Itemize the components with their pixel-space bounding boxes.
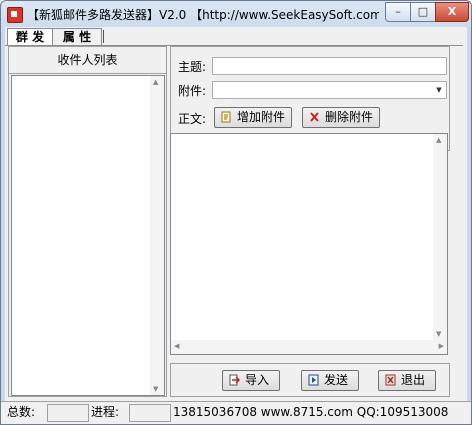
body-vertical-scrollbar[interactable]: ▲ ▼ (433, 134, 447, 340)
send-icon (308, 374, 319, 386)
window-title: 【新狐邮件多路发送器】V2.0 【http://www.SeekEasySoft… (27, 8, 379, 22)
subject-input[interactable] (212, 57, 447, 75)
recipient-list[interactable]: ▲ ▼ (11, 75, 165, 396)
progress-label: 进程: (91, 405, 120, 419)
delete-attachment-button[interactable]: 删除附件 (302, 107, 380, 128)
send-label: 发送 (324, 373, 349, 387)
total-label: 总数: (7, 405, 36, 419)
progress-value (129, 404, 171, 422)
maximize-button[interactable]: □ (410, 2, 436, 22)
tab-properties[interactable]: 属 性 (52, 28, 102, 45)
scroll-right-icon[interactable]: ▶ (439, 342, 444, 350)
add-attachment-label: 增加附件 (237, 110, 286, 124)
recipient-panel: 收件人列表 ▲ ▼ (8, 46, 167, 397)
tab-separator (103, 30, 104, 43)
scroll-left-icon[interactable]: ◀ (174, 342, 179, 350)
app-icon (7, 7, 23, 23)
app-window: 【新狐邮件多路发送器】V2.0 【http://www.SeekEasySoft… (0, 0, 472, 425)
attachment-add-icon (221, 111, 231, 123)
body-label: 正文: (178, 112, 207, 126)
action-bar: 导入 发送 退出 (170, 363, 450, 397)
import-button[interactable]: 导入 (222, 370, 280, 391)
add-attachment-button[interactable]: 增加附件 (214, 107, 292, 128)
scroll-up-icon[interactable]: ▲ (436, 136, 441, 144)
exit-button[interactable]: 退出 (378, 370, 436, 391)
message-body-editor[interactable]: ▲ ▼ ◀ ▶ (170, 133, 448, 355)
import-label: 导入 (245, 373, 270, 387)
scroll-down-icon[interactable]: ▼ (153, 385, 158, 393)
send-button[interactable]: 发送 (301, 370, 359, 391)
chevron-down-icon[interactable]: ▼ (432, 82, 446, 98)
client-area: 群 发 属 性 收件人列表 ▲ ▼ 主题: 附件: ▼ 正文: 增加附件 删除附… (5, 27, 467, 402)
minimize-button[interactable]: – (385, 2, 411, 22)
status-bar: 总数: 进程: 13815036708 www.8715.com QQ:1095… (1, 401, 471, 424)
recipient-list-scrollbar[interactable]: ▲ ▼ (150, 76, 164, 395)
recipient-list-header: 收件人列表 (9, 47, 166, 74)
scroll-up-icon[interactable]: ▲ (153, 78, 158, 86)
body-horizontal-scrollbar[interactable]: ◀ ▶ (171, 340, 447, 354)
subject-label: 主题: (178, 60, 207, 74)
tab-group-send[interactable]: 群 发 (7, 28, 53, 46)
scroll-down-icon[interactable]: ▼ (436, 330, 441, 338)
exit-icon (385, 374, 396, 386)
delete-attachment-label: 删除附件 (325, 110, 374, 124)
close-button[interactable]: X (435, 2, 469, 22)
attachment-label: 附件: (178, 84, 207, 98)
total-value (47, 404, 89, 422)
delete-icon (310, 112, 319, 122)
title-bar[interactable]: 【新狐邮件多路发送器】V2.0 【http://www.SeekEasySoft… (1, 1, 471, 27)
import-icon (229, 374, 240, 386)
attachment-combo[interactable]: ▼ (212, 81, 447, 99)
exit-label: 退出 (401, 373, 426, 387)
contact-info: 13815036708 www.8715.com QQ:109513008 (173, 405, 449, 419)
